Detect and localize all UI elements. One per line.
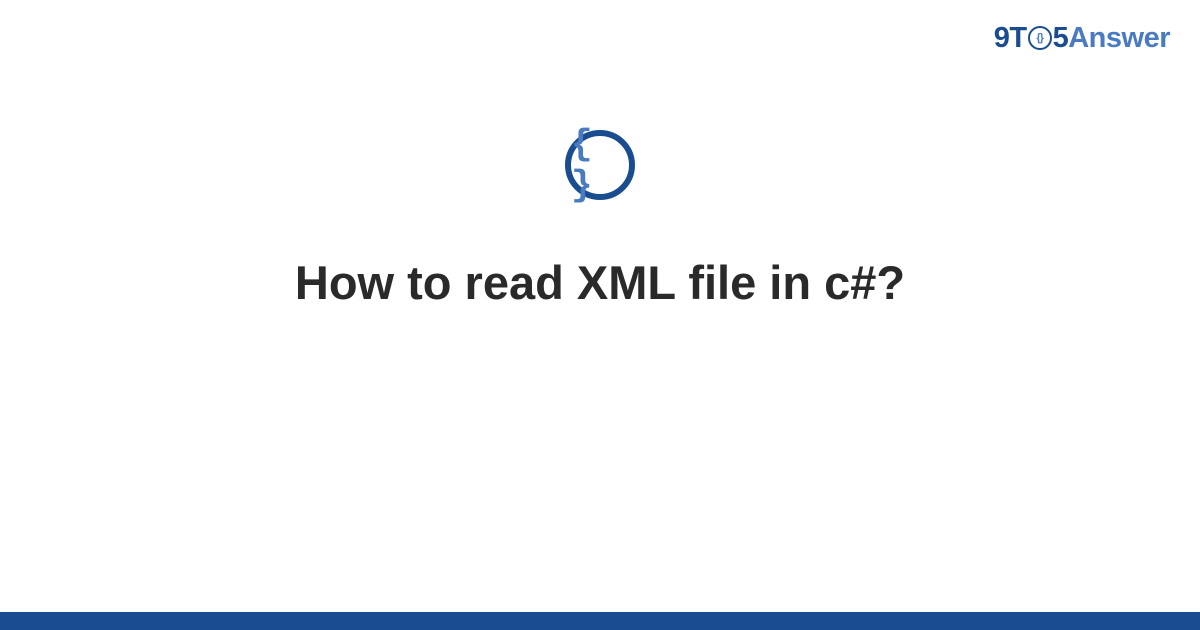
- code-braces-icon: { }: [571, 124, 629, 206]
- logo-o-braces-icon: {}: [1036, 32, 1043, 44]
- logo-text-answer: Answer: [1068, 22, 1170, 55]
- logo-o-circle: {}: [1028, 26, 1052, 50]
- footer-bar: [0, 612, 1200, 630]
- logo-text-5: 5: [1053, 22, 1069, 55]
- page-title: How to read XML file in c#?: [255, 255, 945, 310]
- site-logo: 9T {} 5 Answer: [994, 22, 1170, 55]
- category-badge: { }: [565, 130, 635, 200]
- main-content: { } How to read XML file in c#?: [0, 130, 1200, 310]
- logo-text-9t: 9T: [994, 22, 1027, 55]
